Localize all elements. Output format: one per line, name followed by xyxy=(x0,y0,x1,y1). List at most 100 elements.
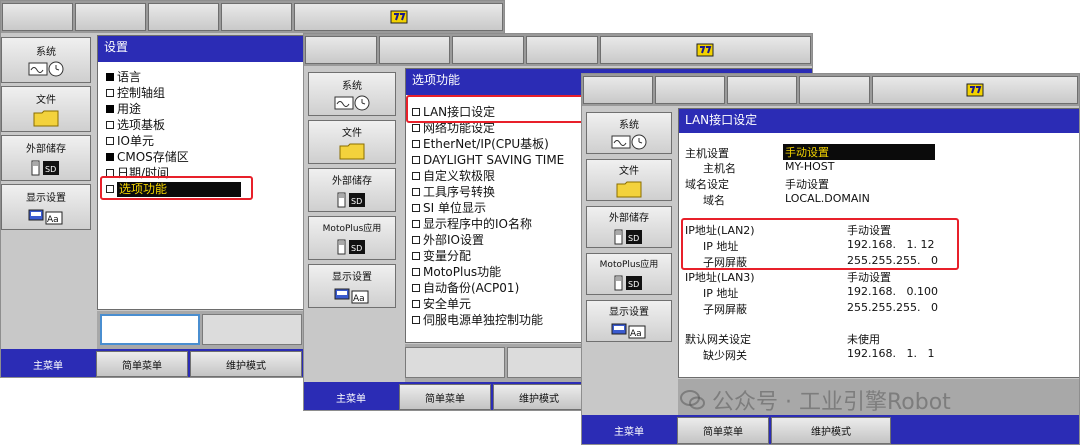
option-item-auto-backup[interactable]: 自动备份(ACP01) xyxy=(412,281,519,296)
tab-main-menu[interactable]: 主菜单 xyxy=(583,417,675,444)
row-value[interactable]: 未使用 xyxy=(847,331,880,347)
sidebar-item-label: 显示设置 xyxy=(26,193,66,204)
sidebar-item-external-storage[interactable]: 外部储存 SD xyxy=(586,206,672,248)
menu-item-language[interactable]: 语言 xyxy=(106,70,141,85)
tab-main-menu[interactable]: 主菜单 xyxy=(2,351,94,377)
toolbar-button[interactable] xyxy=(526,36,598,64)
sidebar-item-label: 系统 xyxy=(36,47,56,58)
checkbox-filled-icon xyxy=(106,153,114,161)
menu-item-io-unit[interactable]: IO单元 xyxy=(106,134,154,149)
row-value[interactable]: LOCAL.DOMAIN xyxy=(785,192,870,205)
row-value[interactable]: 手动设置 xyxy=(847,269,891,285)
sidebar-item-file[interactable]: 文件 xyxy=(1,86,91,132)
input-field[interactable] xyxy=(100,314,200,345)
menu-item-cmos[interactable]: CMOS存储区 xyxy=(106,150,189,165)
row-value[interactable]: MY-HOST xyxy=(785,160,835,173)
option-item-variable[interactable]: 变量分配 xyxy=(412,249,471,264)
toolbar-button[interactable] xyxy=(148,3,219,31)
option-item-tool-number[interactable]: 工具序号转换 xyxy=(412,185,495,200)
row-value[interactable]: 手动设置 xyxy=(783,144,935,160)
row-label: 主机设置 xyxy=(685,147,729,160)
menu-item-option-board[interactable]: 选项基板 xyxy=(106,118,165,133)
input-field[interactable] xyxy=(405,347,505,378)
toolbar-button[interactable] xyxy=(305,36,377,64)
sidebar-item-display-settings[interactable]: 显示设置 Aa xyxy=(1,184,91,230)
option-item-daylight[interactable]: DAYLIGHT SAVING TIME xyxy=(412,153,564,168)
toolbar-button[interactable] xyxy=(75,3,146,31)
sidebar-item-system[interactable]: 系统 xyxy=(308,72,396,116)
svg-text:SD: SD xyxy=(628,234,639,243)
option-item-network[interactable]: 网络功能设定 xyxy=(412,121,495,136)
row-value[interactable]: 192.168. 1. 1 xyxy=(847,347,934,360)
sidebar: 系统 文件 外部储存 SD 显示设置 Aa xyxy=(1,35,96,345)
display-font-icon: Aa xyxy=(611,323,646,339)
sidebar-item-external-storage[interactable]: 外部储存 SD xyxy=(1,135,91,181)
sidebar-item-system[interactable]: 系统 xyxy=(586,112,672,154)
annotation-box xyxy=(681,218,959,270)
option-item-io-name[interactable]: 显示程序中的IO名称 xyxy=(412,217,532,232)
panel-title: LAN接口设定 xyxy=(679,109,1079,133)
tab-maintenance-mode[interactable]: 维护模式 xyxy=(493,384,585,410)
sidebar-item-display-settings[interactable]: 显示设置 Aa xyxy=(308,264,396,308)
sidebar-item-file[interactable]: 文件 xyxy=(586,159,672,201)
option-item-si-unit[interactable]: SI 单位显示 xyxy=(412,201,486,216)
sidebar-item-label: 文件 xyxy=(36,95,56,106)
checkbox-empty-icon xyxy=(412,188,420,196)
row-value[interactable]: 255.255.255. 0 xyxy=(847,301,938,314)
toolbar-button[interactable] xyxy=(452,36,525,64)
checkbox-empty-icon xyxy=(412,268,420,276)
sidebar: 系统 文件 外部储存 SD MotoPlus应用 SD 显示设置 Aa xyxy=(582,108,678,413)
svg-text:SD: SD xyxy=(351,197,362,206)
row-label: 子网屏蔽 xyxy=(703,303,747,316)
tab-simple-menu[interactable]: 简单菜单 xyxy=(677,417,769,444)
watermark: 公众号 · 工业引擎Robot xyxy=(680,384,951,416)
top-toolbar xyxy=(582,74,1079,106)
toolbar-button[interactable] xyxy=(583,76,654,104)
option-item-ethernet-ip[interactable]: EtherNet/IP(CPU基板) xyxy=(412,137,549,152)
toolbar-button[interactable] xyxy=(221,3,292,31)
sidebar-item-display-settings[interactable]: 显示设置 Aa xyxy=(586,300,672,342)
checkbox-empty-icon xyxy=(412,236,420,244)
toolbar-button[interactable] xyxy=(655,76,726,104)
checkbox-empty-icon xyxy=(106,121,114,129)
sidebar-item-motoplus[interactable]: MotoPlus应用 SD xyxy=(308,216,396,260)
row-value[interactable]: 192.168. 0.100 xyxy=(847,285,938,298)
row-label: 缺少网关 xyxy=(703,349,747,362)
top-toolbar xyxy=(304,34,812,66)
sidebar-item-label: 系统 xyxy=(619,120,639,131)
option-item-safety-unit[interactable]: 安全单元 xyxy=(412,297,471,312)
sidebar-item-file[interactable]: 文件 xyxy=(308,120,396,164)
sidebar-item-label: 文件 xyxy=(342,128,362,139)
sidebar-item-label: 系统 xyxy=(342,81,362,92)
row-label: IP地址(LAN3) xyxy=(685,271,755,284)
menu-item-application[interactable]: 用途 xyxy=(106,102,141,117)
menu-item-control-group[interactable]: 控制轴组 xyxy=(106,86,165,101)
sd-card-icon: SD xyxy=(337,192,365,208)
toolbar-button[interactable] xyxy=(378,36,451,64)
option-item-external-io[interactable]: 外部IO设置 xyxy=(412,233,484,248)
row-label: 域名设定 xyxy=(685,178,729,191)
sidebar-item-external-storage[interactable]: 外部储存 SD xyxy=(308,168,396,212)
toolbar-button[interactable] xyxy=(799,76,870,104)
sd-card-icon: SD xyxy=(337,239,365,255)
folder-icon xyxy=(339,143,365,160)
sidebar-item-motoplus[interactable]: MotoPlus应用 SD xyxy=(586,253,672,295)
option-item-servo-power[interactable]: 伺服电源单独控制功能 xyxy=(412,313,543,328)
option-item-motoplus[interactable]: MotoPlus功能 xyxy=(412,265,501,280)
tab-maintenance-mode[interactable]: 维护模式 xyxy=(190,351,302,377)
row-value[interactable]: 手动设置 xyxy=(785,176,829,192)
toolbar-button[interactable] xyxy=(727,76,798,104)
tab-maintenance-mode[interactable]: 维护模式 xyxy=(771,417,891,444)
sidebar-item-label: 外部储存 xyxy=(332,176,372,187)
option-item-soft-limit[interactable]: 自定义软极限 xyxy=(412,169,495,184)
tab-simple-menu[interactable]: 简单菜单 xyxy=(96,351,188,377)
tab-main-menu[interactable]: 主菜单 xyxy=(305,384,397,410)
folder-icon xyxy=(33,110,59,127)
svg-text:SD: SD xyxy=(351,244,362,253)
toolbar-button[interactable] xyxy=(2,3,73,31)
watermark-text: 公众号 · 工业引擎Robot xyxy=(712,390,951,415)
sidebar-item-system[interactable]: 系统 xyxy=(1,37,91,83)
row-label: 默认网关设定 xyxy=(685,333,751,346)
tab-simple-menu[interactable]: 简单菜单 xyxy=(399,384,491,410)
input-field[interactable] xyxy=(202,314,302,345)
